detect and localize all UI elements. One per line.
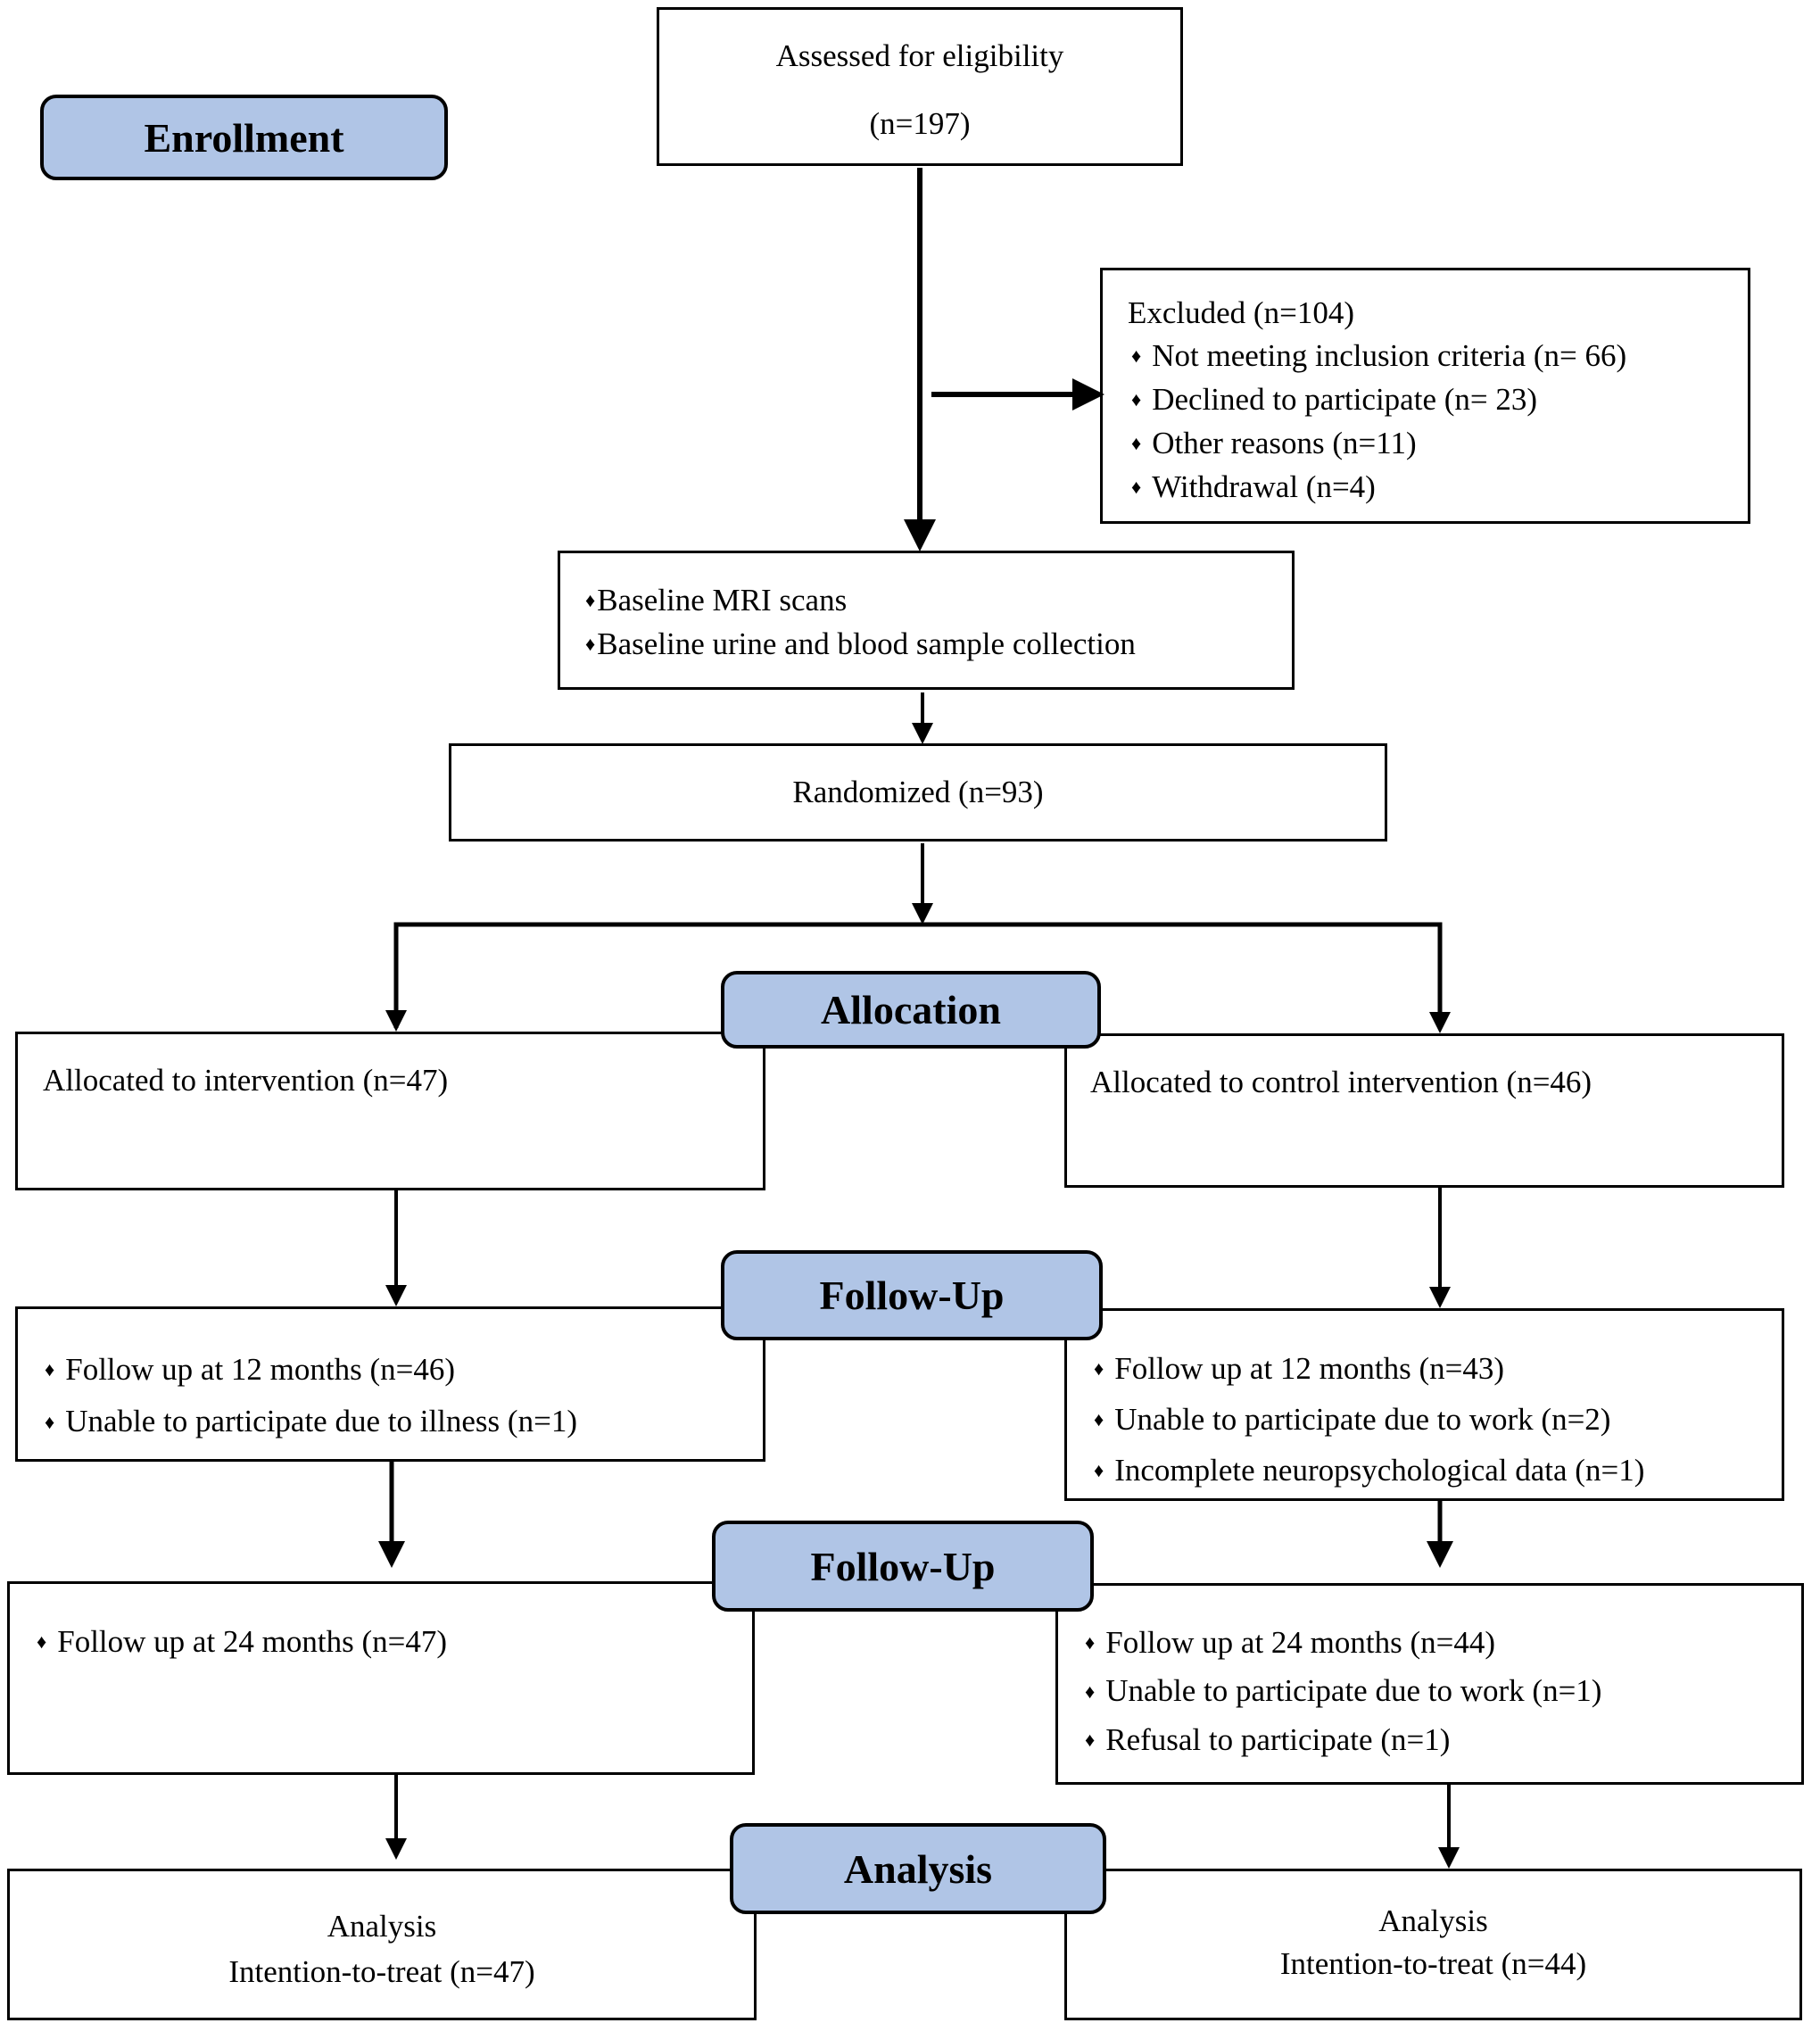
analysis-control-title: Analysis [1378, 1903, 1488, 1938]
follow-up-item: ♦ Unable to participate due to illness (n… [45, 1397, 577, 1448]
stage-label-follow-up-1: Follow-Up [721, 1250, 1103, 1340]
assessed-title: Assessed for eligibility [775, 38, 1064, 73]
follow-up-24-intervention-box: ♦ Follow up at 24 months (n=47) [7, 1581, 755, 1775]
stage-label-allocation: Allocation [721, 971, 1101, 1049]
assessed-count: (n=197) [869, 106, 971, 141]
excluded-item: ♦ Declined to participate (n= 23) [1131, 379, 1626, 423]
excluded-item: ♦ Not meeting inclusion criteria (n= 66) [1131, 336, 1626, 379]
follow-up-24-intervention-list: ♦ Follow up at 24 months (n=47) [37, 1618, 447, 1669]
follow-up-item: ♦ Follow up at 12 months (n=43) [1094, 1345, 1644, 1396]
follow-up-12-control-list: ♦ Follow up at 12 months (n=43) ♦ Unable t… [1094, 1345, 1644, 1497]
baseline-item: ♦Baseline urine and blood sample collect… [585, 624, 1136, 667]
randomized-box: Randomized (n=93) [449, 743, 1387, 842]
follow-up-item: ♦ Refusal to participate (n=1) [1085, 1717, 1601, 1765]
follow-up-12-control-box: ♦ Follow up at 12 months (n=43) ♦ Unable t… [1064, 1308, 1784, 1501]
assessed-box: Assessed for eligibility (n=197) [657, 7, 1183, 166]
diamond-bullet-icon: ♦ [1085, 1729, 1096, 1752]
diamond-bullet-icon: ♦ [45, 1410, 55, 1433]
follow-up-item: ♦ Follow up at 24 months (n=47) [37, 1618, 447, 1669]
diamond-bullet-icon: ♦ [1085, 1679, 1096, 1703]
follow-up-item: ♦ Follow up at 24 months (n=44) [1085, 1620, 1601, 1668]
stage-label-enrollment: Enrollment [40, 95, 448, 180]
analysis-intervention-detail: Intention-to-treat (n=47) [228, 1954, 535, 1989]
randomized-label: Randomized (n=93) [792, 775, 1044, 809]
baseline-item: ♦Baseline MRI scans [585, 580, 1136, 624]
follow-up-12-intervention-list: ♦ Follow up at 12 months (n=46) ♦ Unable t… [45, 1345, 577, 1449]
analysis-intervention-title: Analysis [327, 1909, 437, 1944]
diamond-bullet-icon: ♦ [1131, 387, 1142, 410]
diamond-bullet-icon: ♦ [1085, 1631, 1096, 1654]
diamond-bullet-icon: ♦ [585, 588, 596, 611]
excluded-title: Excluded (n=104) [1128, 295, 1354, 330]
diamond-bullet-icon: ♦ [1131, 475, 1142, 498]
excluded-item: ♦ Other reasons (n=11) [1131, 423, 1626, 467]
follow-up-24-control-list: ♦ Follow up at 24 months (n=44) ♦ Unable t… [1085, 1620, 1601, 1765]
stage-label-analysis: Analysis [730, 1823, 1106, 1914]
excluded-box: Excluded (n=104) ♦ Not meeting inclusion … [1100, 268, 1750, 524]
allocated-intervention-box: Allocated to intervention (n=47) [15, 1032, 765, 1190]
follow-up-item: ♦ Incomplete neuropsychological data (n=1… [1094, 1447, 1644, 1497]
follow-up-item: ♦ Unable to participate due to work (n=1) [1085, 1668, 1601, 1716]
allocated-control-label: Allocated to control intervention (n=46) [1090, 1065, 1592, 1099]
analysis-control-box: Analysis Intention-to-treat (n=44) [1064, 1869, 1802, 2020]
excluded-item: ♦ Withdrawal (n=4) [1131, 467, 1626, 510]
diamond-bullet-icon: ♦ [37, 1629, 47, 1653]
excluded-list: ♦ Not meeting inclusion criteria (n= 66) … [1131, 336, 1626, 510]
baseline-box: ♦Baseline MRI scans ♦Baseline urine and … [558, 551, 1295, 690]
diamond-bullet-icon: ♦ [585, 632, 596, 655]
follow-up-item: ♦ Follow up at 12 months (n=46) [45, 1345, 577, 1397]
allocated-control-box: Allocated to control intervention (n=46) [1064, 1033, 1784, 1188]
follow-up-12-intervention-box: ♦ Follow up at 12 months (n=46) ♦ Unable t… [15, 1306, 765, 1462]
diamond-bullet-icon: ♦ [1094, 1458, 1104, 1481]
follow-up-item: ♦ Unable to participate due to work (n=2) [1094, 1396, 1644, 1447]
diamond-bullet-icon: ♦ [1094, 1356, 1104, 1380]
allocated-intervention-label: Allocated to intervention (n=47) [43, 1063, 449, 1098]
diamond-bullet-icon: ♦ [1094, 1407, 1104, 1430]
diamond-bullet-icon: ♦ [1131, 344, 1142, 367]
analysis-control-detail: Intention-to-treat (n=44) [1279, 1946, 1587, 1981]
diamond-bullet-icon: ♦ [45, 1358, 55, 1381]
baseline-list: ♦Baseline MRI scans ♦Baseline urine and … [585, 580, 1136, 667]
follow-up-24-control-box: ♦ Follow up at 24 months (n=44) ♦ Unable t… [1055, 1583, 1804, 1785]
stage-label-follow-up-2: Follow-Up [712, 1521, 1094, 1612]
analysis-intervention-box: Analysis Intention-to-treat (n=47) [7, 1869, 757, 2020]
diamond-bullet-icon: ♦ [1131, 431, 1142, 454]
